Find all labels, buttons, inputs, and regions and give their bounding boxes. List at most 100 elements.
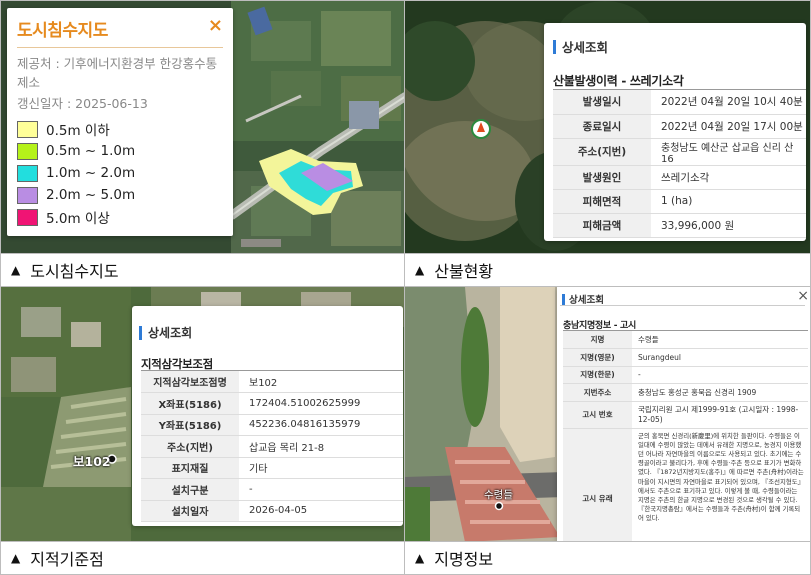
- legend-swatch-icon: [17, 164, 38, 182]
- table-row: 종료일시 2022년 04월 20일 17시 00분: [553, 114, 806, 139]
- title-accent-bar: [562, 293, 565, 305]
- table-value: 기타: [239, 457, 403, 479]
- table-value: Surangdeul: [632, 348, 808, 367]
- title-accent-bar: [139, 325, 142, 340]
- legend-swatch-icon: [17, 186, 38, 204]
- table-row: 지명 수령들: [563, 331, 808, 349]
- legend-item: 0.5m ~ 1.0m: [17, 140, 223, 162]
- table-row: 주소(지번) 충청남도 예산군 삽교읍 신리 산16: [553, 138, 806, 166]
- table-value: 보102: [239, 371, 403, 393]
- panel-title: 상세조회: [569, 295, 604, 306]
- panel-title: 상세조회: [148, 326, 193, 340]
- table-key: 발생원인: [553, 165, 651, 190]
- legend-item: 5.0m 이상: [17, 206, 223, 228]
- table-value: 국립지리원 고시 제1999-91호 (고시일자 : 1998-12-05): [632, 401, 808, 429]
- table-row: 지적삼각보조점명 보102: [141, 371, 403, 393]
- table-row: 표지재질 기타: [141, 457, 403, 479]
- table-value: 1 (ha): [651, 189, 806, 214]
- legend-item: 0.5m 이하: [17, 118, 223, 140]
- title-accent-bar: [553, 39, 556, 54]
- table-key: 고시 번호: [563, 401, 632, 429]
- flood-source-text: 제공처 : 기후에너지환경부 한강홍수통제소: [17, 56, 218, 90]
- table-value: 삽교읍 목리 21-8: [239, 435, 403, 458]
- place-panel-header: 상세조회: [562, 292, 604, 306]
- table-value: 쓰레기소각: [651, 165, 806, 190]
- legend-item: 2.0m ~ 5.0m: [17, 184, 223, 206]
- flood-legend-panel: 도시침수지도 × 제공처 : 기후에너지환경부 한강홍수통제소 갱신일자 : 2…: [7, 8, 233, 236]
- flood-updated-text: 갱신일자 : 2025-06-13: [17, 96, 148, 111]
- fire-table: 발생일시 2022년 04월 20일 10시 40분 종료일시 2022년 04월 …: [553, 90, 806, 238]
- table-key: 종료일시: [553, 114, 651, 139]
- table-key: 지명(한문): [563, 366, 632, 384]
- table-row: 주소(지번) 삽교읍 목리 21-8: [141, 435, 403, 458]
- place-caption: ▲ 지명정보: [405, 541, 810, 574]
- table-key: 지명: [563, 331, 632, 349]
- survey-detail-panel: 상세조회 지적삼각보조점 지적삼각보조점명 보102 X좌표(5186) 17240…: [132, 306, 403, 526]
- table-key: 피해면적: [553, 189, 651, 214]
- table-value: 충청남도 홍성군 홍북읍 신경리 1909: [632, 383, 808, 402]
- close-icon[interactable]: ×: [797, 288, 809, 304]
- caption-text: 지명정보: [434, 550, 494, 569]
- survey-panel-header: 상세조회: [139, 324, 192, 341]
- table-key: 발생일시: [553, 90, 651, 115]
- table-key: 표지재질: [141, 457, 239, 479]
- table-value: 33,996,000 원: [651, 213, 806, 238]
- place-detail-panel: 상세조회 × 충남지명정보 - 고시 지명 수령들 지명(영문) Surangdeu…: [557, 287, 810, 569]
- fire-table-wrap: 발생일시 2022년 04월 20일 10시 40분 종료일시 2022년 04월 …: [553, 89, 806, 238]
- table-key: 설치구분: [141, 478, 239, 501]
- caption-text: 산불현황: [434, 262, 494, 281]
- legend-label: 0.5m ~ 1.0m: [46, 143, 136, 159]
- table-value: 172404.51002625999: [239, 392, 403, 415]
- table-row: 지명(한문) -: [563, 366, 808, 384]
- triangle-up-icon: ▲: [415, 551, 425, 565]
- caption-text: 도시침수지도: [30, 262, 119, 281]
- triangle-up-icon: ▲: [11, 551, 21, 565]
- place-table: 지명 수령들 지명(영문) Surangdeul 지명(한문) - 지번주소 충청남도 …: [563, 331, 808, 569]
- table-row: 지번주소 충청남도 홍성군 홍북읍 신경리 1909: [563, 383, 808, 402]
- survey-table: 지적삼각보조점명 보102 X좌표(5186) 172404.51002625999…: [141, 371, 403, 522]
- table-key: 주소(지번): [141, 435, 239, 458]
- legend-label: 5.0m 이상: [46, 211, 110, 227]
- table-key: 피해금액: [553, 213, 651, 238]
- divider: [560, 305, 805, 306]
- legend-label: 0.5m 이하: [46, 123, 110, 139]
- table-value: 2022년 04월 20일 10시 40분: [651, 90, 806, 115]
- table-value: 452236.04816135979: [239, 414, 403, 436]
- place-marker-label[interactable]: 수령들: [484, 487, 513, 502]
- table-key: 지적삼각보조점명: [141, 371, 239, 393]
- table-row: 피해금액 33,996,000 원: [553, 213, 806, 238]
- table-value: 충청남도 예산군 삽교읍 신리 산16: [651, 138, 806, 166]
- table-row: 고시 번호 국립지리원 고시 제1999-91호 (고시일자 : 1998-12-…: [563, 401, 808, 429]
- table-row: 지명(영문) Surangdeul: [563, 348, 808, 367]
- fire-detail-panel: 상세조회 산불발생이력 - 쓰레기소각 발생일시 2022년 04월 20일 10…: [544, 23, 806, 241]
- legend-label: 1.0m ~ 2.0m: [46, 165, 136, 181]
- table-key: 지명(영문): [563, 348, 632, 367]
- fire-subtitle: 산불발생이력 - 쓰레기소각: [553, 74, 684, 88]
- fire-panel-header: 상세조회: [553, 37, 608, 56]
- table-key: 주소(지번): [553, 138, 651, 166]
- legend-swatch-icon: [17, 142, 38, 160]
- table-row: Y좌표(5186) 452236.04816135979: [141, 414, 403, 436]
- flood-caption: ▲ 도시침수지도: [1, 253, 404, 286]
- place-table-wrap: 지명 수령들 지명(영문) Surangdeul 지명(한문) - 지번주소 충청남도 …: [563, 330, 808, 569]
- table-row: 설치일자 2026-04-05: [141, 500, 403, 522]
- table-value: -: [239, 478, 403, 501]
- table-key: X좌표(5186): [141, 392, 239, 415]
- survey-caption: ▲ 지적기준점: [1, 541, 404, 574]
- triangle-up-icon: ▲: [415, 263, 425, 277]
- fire-caption: ▲ 산불현황: [405, 253, 810, 286]
- table-row: 발생일시 2022년 04월 20일 10시 40분: [553, 90, 806, 115]
- table-value: 2022년 04월 20일 17시 00분: [651, 114, 806, 139]
- table-value: 수령들: [632, 331, 808, 349]
- table-key: 지번주소: [563, 383, 632, 402]
- survey-marker-label[interactable]: 보102: [73, 451, 111, 470]
- survey-table-wrap: 지적삼각보조점명 보102 X좌표(5186) 172404.51002625999…: [141, 370, 403, 522]
- caption-text: 지적기준점: [30, 550, 104, 569]
- survey-map-cell: 보102 상세조회 지적삼각보조점 지적삼각보조점명 보102 X좌표(5186)…: [0, 286, 405, 575]
- legend-swatch-icon: [17, 120, 38, 138]
- table-value: 2026-04-05: [239, 500, 403, 522]
- flood-map-cell: 도시침수지도 × 제공처 : 기후에너지환경부 한강홍수통제소 갱신일자 : 2…: [0, 0, 405, 287]
- close-icon[interactable]: ×: [208, 15, 223, 36]
- legend-item: 1.0m ~ 2.0m: [17, 162, 223, 184]
- fire-map-cell: 상세조회 산불발생이력 - 쓰레기소각 발생일시 2022년 04월 20일 10…: [404, 0, 811, 287]
